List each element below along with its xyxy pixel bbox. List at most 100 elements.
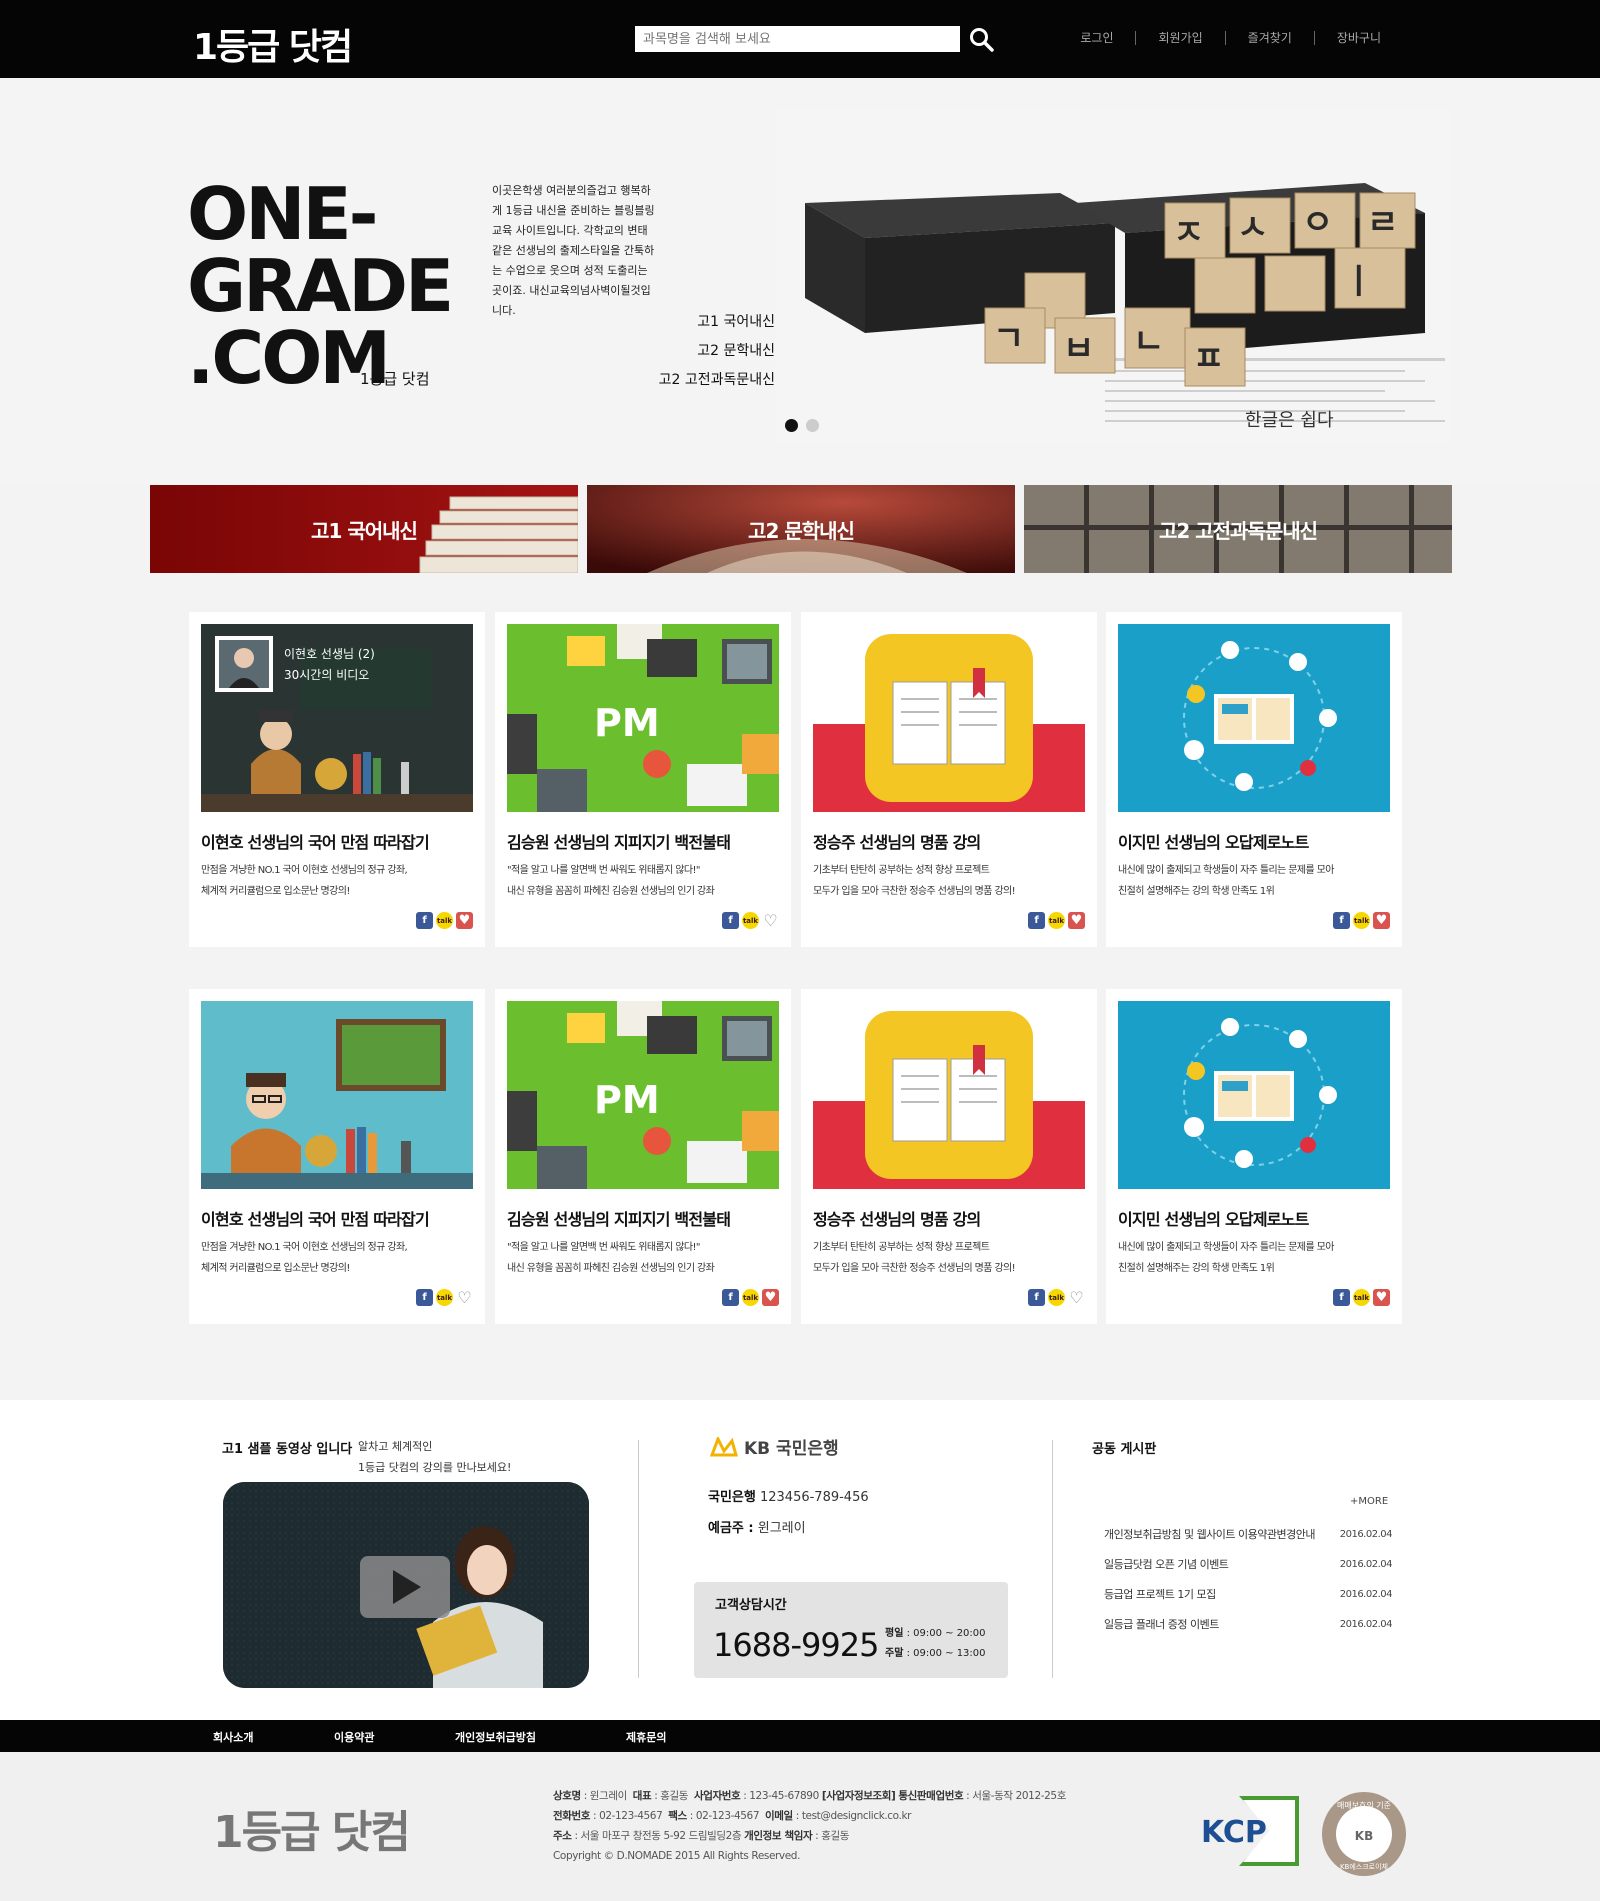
hero-slider-dots — [785, 419, 819, 432]
share-bar: f talk ♡ — [416, 1288, 473, 1307]
course-thumbnail-teacher[interactable] — [201, 1001, 473, 1189]
svg-text:ㅅ: ㅅ — [1237, 208, 1268, 248]
kakaostory-icon[interactable]: talk — [1048, 1289, 1065, 1306]
category-banner-2[interactable]: 고2 문학내신 — [587, 485, 1015, 573]
board-item[interactable]: 일등급 플래너 증정 이벤트 2016.02.04 — [1104, 1610, 1393, 1640]
course-description: 기초부터 탄탄히 공부하는 성적 향상 프로젝트 모두가 입을 모아 극찬한 정승… — [813, 1242, 1016, 1274]
nav-cart[interactable]: 장바구니 — [1313, 31, 1403, 45]
hero-description: 이곳은학생 여러분의즐겁고 행복하게 1등급 내신을 준비하는 블링블링 교육 … — [492, 184, 655, 317]
kakaostory-icon[interactable]: talk — [1048, 912, 1065, 929]
kb-star-icon — [709, 1436, 738, 1456]
hero-image-hangul-blocks: ㅈㅅㅇㄹ ㅣㄱㅂㄴㅍ 한글은 쉽다 — [775, 108, 1450, 443]
slider-dot-1[interactable] — [785, 419, 798, 432]
kakaostory-icon[interactable]: talk — [742, 1289, 759, 1306]
facebook-icon[interactable]: f — [722, 1289, 739, 1306]
featured-teacher: 이현호 선생님 (2) — [284, 647, 375, 661]
facebook-icon[interactable]: f — [1028, 912, 1045, 929]
svg-text:KB에스크로이체: KB에스크로이체 — [1340, 1862, 1388, 1871]
facebook-icon[interactable]: f — [416, 912, 433, 929]
nav-login[interactable]: 로그인 — [1058, 31, 1135, 45]
footer-link-privacy[interactable]: 개인정보취급방침 — [455, 1729, 536, 1745]
course-title[interactable]: 정승주 선생님의 명품 강의 — [813, 829, 981, 853]
footer-link-partnership[interactable]: 제휴문의 — [626, 1729, 666, 1745]
course-thumbnail-pm-desk[interactable]: PM — [507, 1001, 779, 1189]
cs-phone[interactable]: 1688-9925 — [713, 1626, 879, 1664]
course-thumbnail-learning-icons[interactable] — [1118, 1001, 1390, 1189]
heart-icon[interactable]: ♥ — [1373, 912, 1390, 929]
course-title[interactable]: 정승주 선생님의 명품 강의 — [813, 1206, 981, 1230]
footer-link-company[interactable]: 회사소개 — [213, 1729, 253, 1745]
course-thumbnail-pm-desk[interactable]: PM — [507, 624, 779, 812]
kakaostory-icon[interactable]: talk — [436, 1289, 453, 1306]
facebook-icon[interactable]: f — [1028, 1289, 1045, 1306]
course-card[interactable]: 이현호 선생님의 국어 만점 따라잡기 만점을 겨냥한 NO.1 국어 이현호 … — [189, 989, 485, 1324]
course-title[interactable]: 김승원 선생님의 지피지기 백전불태 — [507, 1206, 731, 1230]
kakaostory-icon[interactable]: talk — [742, 912, 759, 929]
course-card[interactable]: 이지민 선생님의 오답제로노트 내신에 많이 출제되고 학생들이 자주 틀리는 … — [1106, 612, 1402, 947]
search-icon[interactable] — [968, 26, 996, 54]
category-banner-3[interactable]: 고2 고전과독문내신 — [1024, 485, 1452, 573]
kakaostory-icon[interactable]: talk — [436, 912, 453, 929]
sample-video-player[interactable] — [223, 1482, 589, 1688]
board-item[interactable]: 개인정보취급방침 및 웹사이트 이용약관변경안내 2016.02.04 — [1104, 1520, 1393, 1550]
board-item[interactable]: 등급업 프로젝트 1기 모집 2016.02.04 — [1104, 1580, 1393, 1610]
hero-link-1[interactable]: 고1 국어내신 — [640, 308, 775, 337]
footer-link-terms[interactable]: 이용약관 — [334, 1729, 374, 1745]
course-card[interactable]: 정승주 선생님의 명품 강의 기초부터 탄탄히 공부하는 성적 향상 프로젝트 모… — [801, 612, 1097, 947]
slider-dot-2[interactable] — [806, 419, 819, 432]
hero-link-3[interactable]: 고2 고전과독문내신 — [640, 366, 775, 395]
facebook-icon[interactable]: f — [1333, 1289, 1350, 1306]
facebook-icon[interactable]: f — [722, 912, 739, 929]
course-thumbnail-teacher-video[interactable]: 이현호 선생님 (2) 30시간의 비디오 — [201, 624, 473, 812]
kakaostory-icon[interactable]: talk — [1353, 1289, 1370, 1306]
heart-icon[interactable]: ♥ — [1373, 1289, 1390, 1306]
kakaostory-icon[interactable]: talk — [1353, 912, 1370, 929]
course-title[interactable]: 이지민 선생님의 오답제로노트 — [1118, 1206, 1309, 1230]
heart-icon[interactable]: ♥ — [1068, 912, 1085, 929]
category-label-2: 고2 문학내신 — [748, 519, 855, 543]
heart-icon[interactable]: ♡ — [456, 1288, 473, 1307]
sample-video-subtitle: 알차고 체계적인 1등급 닷컴의 강의를 만나보세요! — [358, 1440, 512, 1474]
board-list: 개인정보취급방침 및 웹사이트 이용약관변경안내 2016.02.04 일등급닷컴… — [1104, 1520, 1393, 1640]
course-thumbnail-open-book[interactable] — [813, 1001, 1085, 1189]
hero-subtitle: 1등급 닷컴 — [360, 370, 430, 388]
svg-text:매매보호의 기준: 매매보호의 기준 — [1337, 1800, 1391, 1810]
course-card[interactable]: 이현호 선생님 (2) 30시간의 비디오 이현호 선생님의 국어 만점 따라잡… — [189, 612, 485, 947]
heart-icon[interactable]: ♡ — [1068, 1288, 1085, 1307]
course-title[interactable]: 이현호 선생님의 국어 만점 따라잡기 — [201, 829, 430, 853]
course-thumbnail-learning-icons[interactable] — [1118, 624, 1390, 812]
svg-text:KCP: KCP — [1201, 1815, 1267, 1850]
course-title[interactable]: 김승원 선생님의 지피지기 백전불태 — [507, 829, 731, 853]
course-description: "적을 알고 나를 알면백 번 싸워도 위태롭지 않다!" 내신 유형을 꼼꼼히 … — [507, 1242, 715, 1274]
course-card[interactable]: 이지민 선생님의 오답제로노트 내신에 많이 출제되고 학생들이 자주 틀리는 … — [1106, 989, 1402, 1324]
facebook-icon[interactable]: f — [1333, 912, 1350, 929]
heart-icon[interactable]: ♡ — [762, 911, 779, 930]
heart-icon[interactable]: ♥ — [456, 912, 473, 929]
course-card[interactable]: PM 김승원 선생님의 지피지기 백전불태 "적을 알고 나를 알면백 번 싸워… — [495, 612, 791, 947]
share-bar: f talk ♡ — [722, 911, 779, 930]
footer-logo: 1등급 닷컴 — [213, 1807, 411, 1858]
heart-icon[interactable]: ♥ — [762, 1289, 779, 1306]
hero-title: ONE- GRADE .COM — [187, 172, 454, 400]
bank-holder: 예금주 : 윈그레이 — [708, 1521, 806, 1536]
category-banner-1[interactable]: 고1 국어내신 — [150, 485, 578, 573]
course-title[interactable]: 이현호 선생님의 국어 만점 따라잡기 — [201, 1206, 430, 1230]
svg-text:PM: PM — [594, 1078, 660, 1122]
board-item[interactable]: 일등급닷컴 오픈 기념 이벤트 2016.02.04 — [1104, 1550, 1393, 1580]
hero-link-2[interactable]: 고2 문학내신 — [640, 337, 775, 366]
bank-account: 국민은행 123456-789-456 — [708, 1490, 869, 1505]
site-logo[interactable]: 1등급 닷컴 — [193, 18, 353, 70]
bizinfo-link[interactable]: [사업자정보조회] — [822, 1790, 896, 1802]
facebook-icon[interactable]: f — [416, 1289, 433, 1306]
course-card[interactable]: 정승주 선생님의 명품 강의 기초부터 탄탄히 공부하는 성적 향상 프로젝트 모… — [801, 989, 1097, 1324]
course-description: 기초부터 탄탄히 공부하는 성적 향상 프로젝트 모두가 입을 모아 극찬한 정승… — [813, 865, 1016, 897]
share-bar: f talk ♥ — [1333, 1289, 1390, 1306]
course-thumbnail-open-book[interactable] — [813, 624, 1085, 812]
board-more-link[interactable]: +MORE — [1350, 1496, 1388, 1507]
nav-signup[interactable]: 회원가입 — [1135, 31, 1224, 45]
course-card[interactable]: PM 김승원 선생님의 지피지기 백전불태 "적을 알고 나를 알면백 번 싸워… — [495, 989, 791, 1324]
search-input[interactable] — [635, 26, 960, 52]
svg-text:ㄹ: ㄹ — [1367, 203, 1398, 243]
course-title[interactable]: 이지민 선생님의 오답제로노트 — [1118, 829, 1309, 853]
nav-bookmark[interactable]: 즐겨찾기 — [1224, 31, 1314, 45]
